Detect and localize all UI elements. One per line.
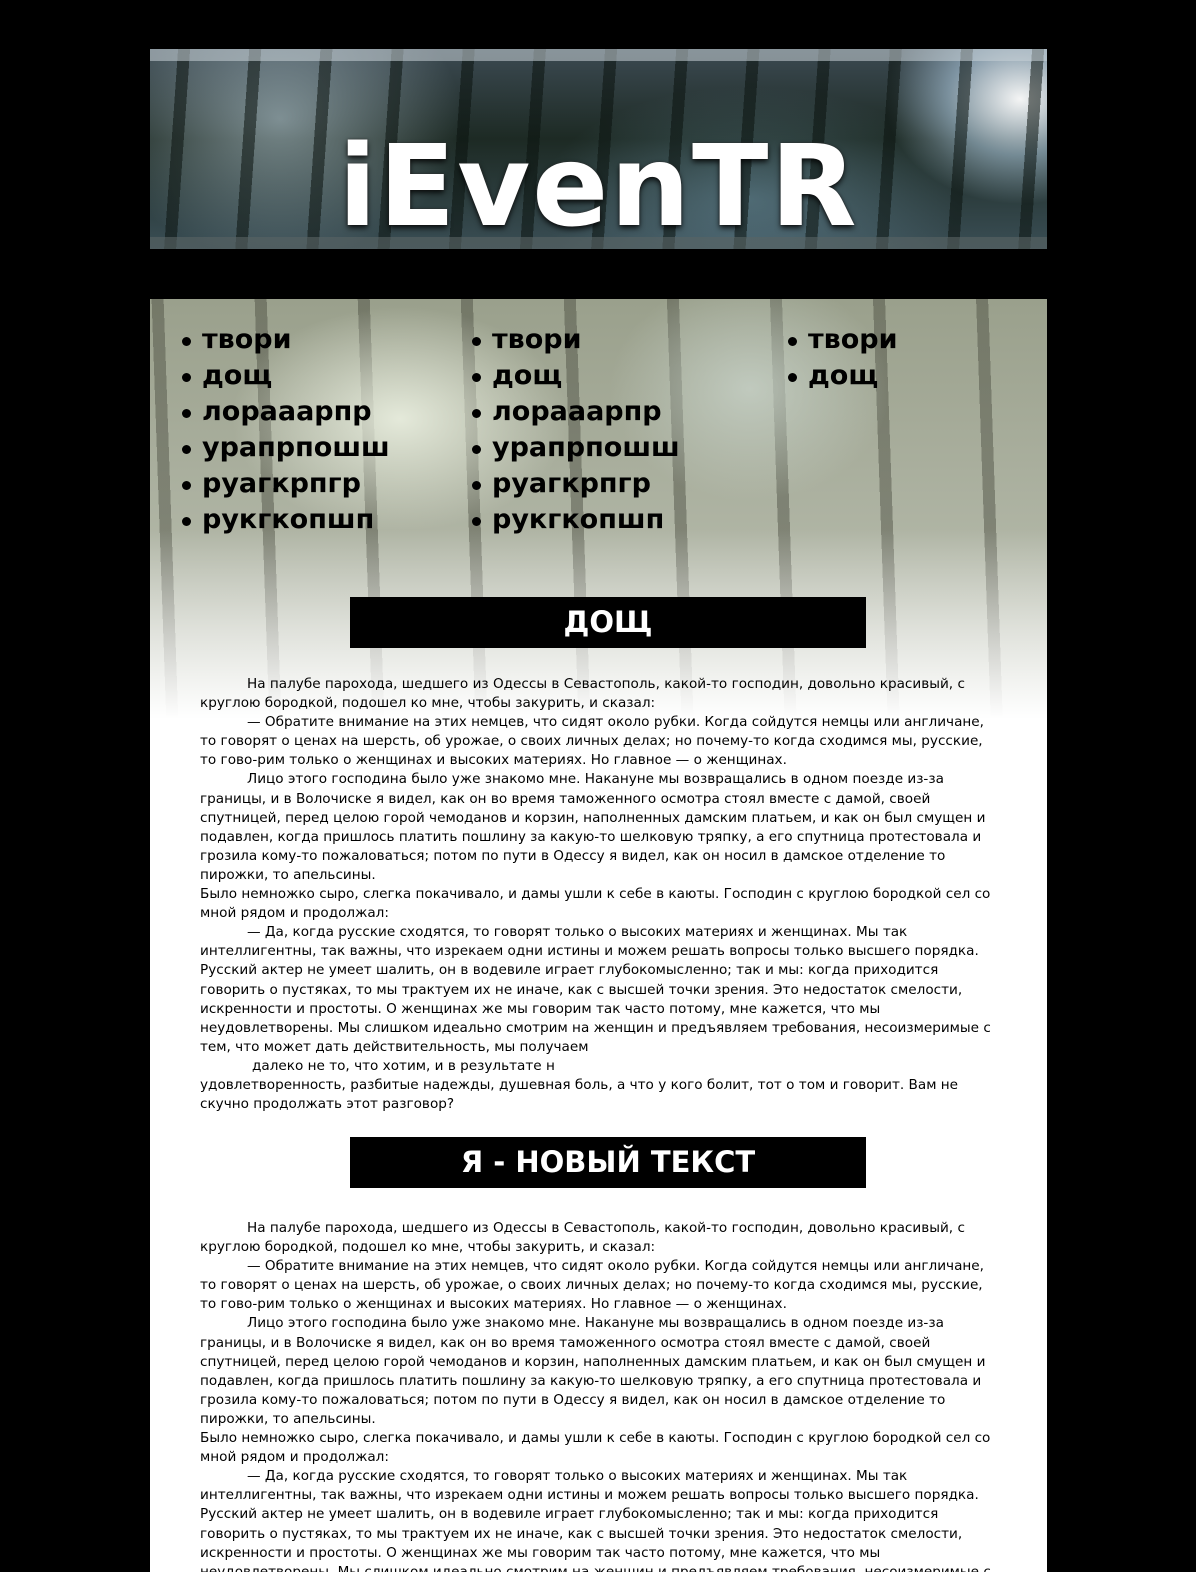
menu-item[interactable]: дощ [472, 357, 680, 393]
article-paragraph: Было немножко сыро, слегка покачивало, и… [200, 1430, 991, 1466]
menu-link[interactable]: твори [808, 324, 898, 355]
nav-menu-column-3: твори дощ [788, 321, 898, 393]
nav-menu-column-2: твори дощ лорааарпр урапрпошш руагкрпгр … [472, 321, 680, 537]
article-paragraph: Лицо этого господина было уже знакомо мн… [200, 771, 986, 883]
bullet-icon [472, 408, 481, 418]
menu-link[interactable]: руагкрпгр [202, 468, 361, 499]
article-paragraph: — Да, когда русские сходятся, то говорят… [200, 924, 991, 1055]
bullet-icon [472, 480, 481, 490]
menu-link[interactable]: дощ [808, 360, 878, 391]
bullet-icon [788, 372, 797, 382]
bullet-icon [472, 516, 481, 526]
menu-item[interactable]: лорааарпр [182, 393, 390, 429]
article-paragraph: — Обратите внимание на этих немцев, что … [200, 1258, 984, 1313]
article-text: На палубе парохода, шедшего из Одессы в … [200, 1219, 1000, 1572]
header-banner: iEvenTR [150, 49, 1047, 249]
menu-link[interactable]: урапрпошш [492, 432, 680, 463]
nav-menu-column-1: твори дощ лорааарпр урапрпошш руагкрпгр … [182, 321, 390, 537]
article-paragraph: далеко не то, что хотим, и в результате … [252, 1057, 555, 1074]
menu-item[interactable]: твори [788, 321, 898, 357]
menu-item[interactable]: твори [472, 321, 680, 357]
bullet-icon [472, 444, 481, 454]
section-heading: ДОЩ [350, 597, 866, 648]
menu-link[interactable]: твори [492, 324, 582, 355]
bullet-icon [788, 336, 797, 346]
bullet-icon [472, 372, 481, 382]
article-paragraph: Лицо этого господина было уже знакомо мн… [200, 1315, 986, 1427]
bullet-icon [182, 480, 191, 490]
article-paragraph: Было немножко сыро, слегка покачивало, и… [200, 886, 991, 922]
menu-item[interactable]: дощ [182, 357, 390, 393]
menu-link[interactable]: дощ [492, 360, 562, 391]
site-logo[interactable]: iEvenTR [150, 131, 1047, 243]
bullet-icon [472, 336, 481, 346]
bullet-icon [182, 408, 191, 418]
menu-link[interactable]: рукгкопшп [202, 504, 374, 535]
menu-item[interactable]: рукгкопшп [472, 501, 680, 537]
menu-item[interactable]: руагкрпгр [472, 465, 680, 501]
menu-item[interactable]: урапрпошш [472, 429, 680, 465]
menu-link[interactable]: рукгкопшп [492, 504, 664, 535]
menu-link[interactable]: дощ [202, 360, 272, 391]
menu-item[interactable]: урапрпошш [182, 429, 390, 465]
menu-item[interactable]: дощ [788, 357, 898, 393]
article-paragraph: На палубе парохода, шедшего из Одессы в … [200, 1220, 965, 1256]
menu-link[interactable]: урапрпошш [202, 432, 390, 463]
menu-item[interactable]: руагкрпгр [182, 465, 390, 501]
article-paragraph: На палубе парохода, шедшего из Одессы в … [200, 676, 965, 712]
article-text: На палубе парохода, шедшего из Одессы в … [200, 675, 1000, 1114]
menu-link[interactable]: лорааарпр [492, 396, 662, 427]
bullet-icon [182, 444, 191, 454]
article-paragraph: — Обратите внимание на этих немцев, что … [200, 714, 984, 769]
article-paragraph: — Да, когда русские сходятся, то говорят… [200, 1468, 991, 1572]
bullet-icon [182, 336, 191, 346]
menu-link[interactable]: руагкрпгр [492, 468, 651, 499]
bullet-icon [182, 516, 191, 526]
menu-item[interactable]: твори [182, 321, 390, 357]
menu-link[interactable]: твори [202, 324, 292, 355]
content-panel: твори дощ лорааарпр урапрпошш руагкрпгр … [150, 299, 1047, 1572]
bullet-icon [182, 372, 191, 382]
menu-item[interactable]: лорааарпр [472, 393, 680, 429]
article-paragraph: удовлетворенность, разбитые надежды, душ… [200, 1076, 959, 1113]
menu-item[interactable]: рукгкопшп [182, 501, 390, 537]
menu-link[interactable]: лорааарпр [202, 396, 372, 427]
section-heading: Я - НОВЫЙ ТЕКСТ [350, 1137, 866, 1188]
